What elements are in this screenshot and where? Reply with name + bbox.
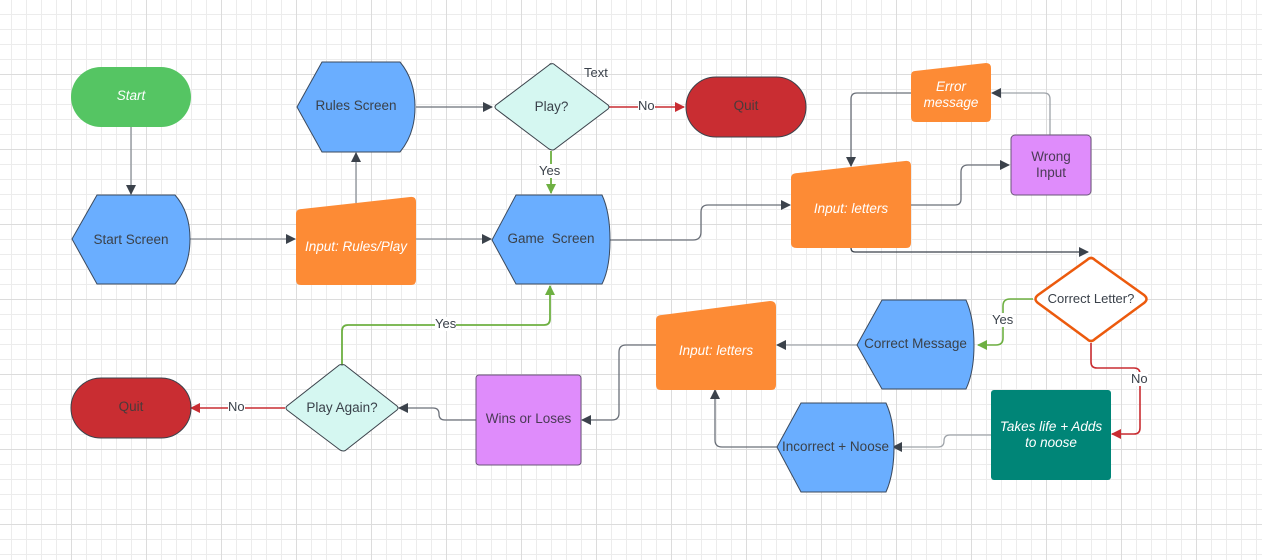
quit-top-terminator[interactable] xyxy=(685,76,807,138)
edge-label-again-no: No xyxy=(228,399,245,414)
play-again-decision-diamond[interactable] xyxy=(285,364,399,452)
input-rules-play-shape[interactable] xyxy=(296,196,416,285)
start-terminator[interactable] xyxy=(71,67,191,127)
flowchart-canvas xyxy=(70,61,1148,493)
edge-wins-loses-to-play-again[interactable] xyxy=(398,403,476,421)
correct-letter-decision-diamond[interactable] xyxy=(1034,256,1148,343)
quit-bottom-terminator[interactable] xyxy=(70,377,192,439)
input-letters-bottom-shape[interactable] xyxy=(656,301,776,390)
edge-label-play-no: No xyxy=(638,98,655,113)
rules-screen-display[interactable] xyxy=(296,61,416,153)
input-letters-top-shape[interactable] xyxy=(791,160,911,248)
edge-label-play-yes: Yes xyxy=(539,163,561,178)
free-text-label[interactable]: Text xyxy=(584,66,608,80)
edge-label-correct-yes: Yes xyxy=(992,312,1014,327)
edge-input-letters-to-correct-letter[interactable] xyxy=(850,247,1089,257)
edge-label-correct-no: No xyxy=(1131,371,1148,386)
takes-life-process[interactable] xyxy=(991,390,1111,480)
edge-input-letters-to-wins-loses[interactable] xyxy=(581,344,656,425)
edge-input-letters-to-wrong-input[interactable] xyxy=(911,160,1010,206)
error-message-shape[interactable] xyxy=(911,63,991,122)
correct-message-display[interactable] xyxy=(856,299,975,390)
wins-loses-process[interactable] xyxy=(475,374,582,466)
edge-label-again-yes: Yes xyxy=(435,316,457,331)
wrong-input-process[interactable] xyxy=(1010,134,1092,196)
game-screen-display[interactable] xyxy=(491,194,611,285)
edge-wrong-input-to-error-message[interactable] xyxy=(991,88,1051,135)
incorrect-noose-display[interactable] xyxy=(776,402,895,493)
edge-error-message-to-input-letters[interactable] xyxy=(846,92,911,167)
edge-incorrect-noose-to-input-letters[interactable] xyxy=(710,389,778,448)
start-screen-display[interactable] xyxy=(71,194,191,285)
edge-game-screen-to-input-letters[interactable] xyxy=(610,200,791,241)
edge-takes-life-to-incorrect-noose[interactable] xyxy=(892,434,991,452)
